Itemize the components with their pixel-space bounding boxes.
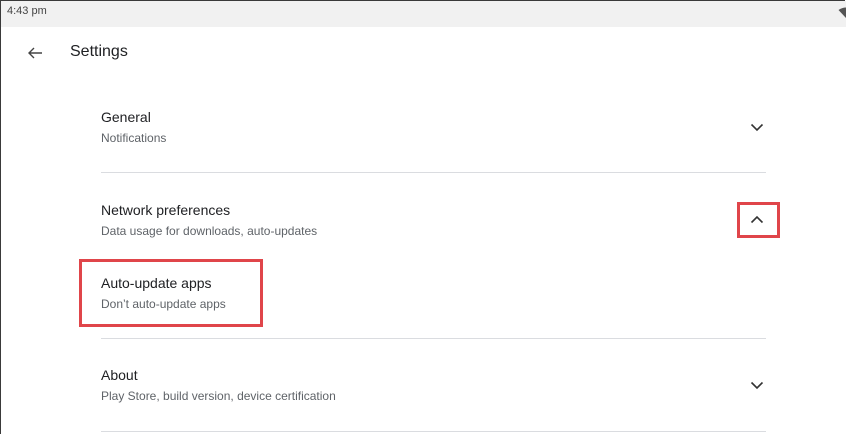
settings-section-general[interactable]: General Notifications	[101, 109, 766, 149]
settings-section-network-preferences[interactable]: Network preferences Data usage for downl…	[101, 202, 766, 242]
status-time: 4:43 pm	[7, 5, 47, 17]
back-button[interactable]	[23, 41, 47, 65]
section-title: Network preferences	[101, 202, 231, 218]
settings-screen: 4:43 pm Settings General Notifications N…	[0, 0, 846, 434]
wifi-icon	[838, 6, 846, 18]
section-title: About	[101, 367, 138, 383]
settings-section-about[interactable]: About Play Store, build version, device …	[101, 367, 766, 407]
divider	[101, 338, 766, 339]
chevron-down-icon	[750, 381, 764, 389]
chevron-up-icon	[750, 215, 764, 223]
section-title: General	[101, 109, 151, 125]
arrow-back-icon	[28, 47, 42, 59]
section-subtitle: Play Store, build version, device certif…	[101, 389, 336, 403]
item-subtitle: Don’t auto-update apps	[101, 297, 226, 311]
section-subtitle: Data usage for downloads, auto-updates	[101, 224, 318, 238]
divider	[101, 172, 766, 173]
status-bar: 4:43 pm	[1, 1, 846, 27]
expand-general-button[interactable]	[745, 115, 769, 139]
auto-update-apps-item[interactable]: Auto-update apps Don’t auto-update apps	[101, 275, 766, 315]
chevron-down-icon	[750, 123, 764, 131]
divider	[101, 431, 766, 432]
page-title: Settings	[70, 43, 128, 60]
item-title: Auto-update apps	[101, 275, 212, 291]
section-subtitle: Notifications	[101, 131, 167, 145]
expand-about-button[interactable]	[745, 373, 769, 397]
collapse-network-preferences-button[interactable]	[745, 207, 769, 231]
app-bar: Settings	[1, 27, 846, 83]
